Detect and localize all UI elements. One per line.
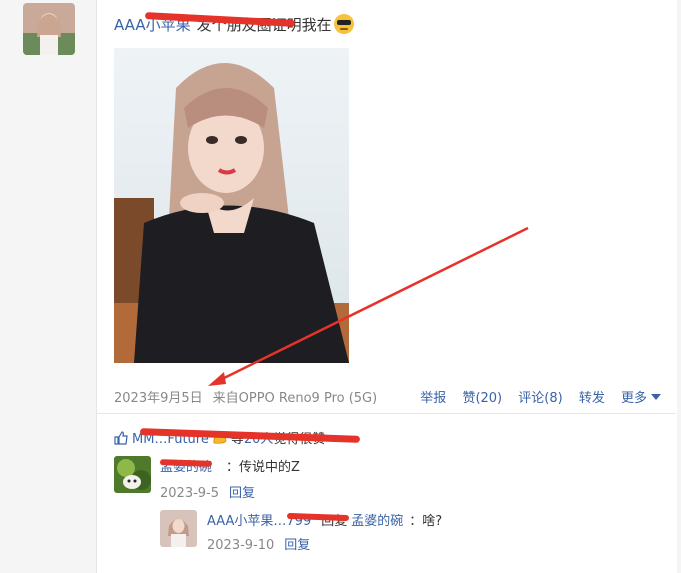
reply-text: ：啥?	[409, 514, 443, 529]
commenter-avatar-image	[114, 456, 151, 493]
annotation-arrow	[208, 226, 529, 386]
caret-down-icon	[651, 394, 661, 400]
post-date: 2023年9月5日	[114, 391, 203, 406]
reply-button[interactable]: 回复	[284, 538, 310, 553]
report-button[interactable]: 举报	[420, 391, 446, 406]
reply-author-avatar[interactable]	[160, 510, 197, 547]
comment-text: ：传说中的Z	[226, 460, 300, 475]
comment-date: 2023-9-5	[160, 486, 220, 501]
post-actions: 举报 赞(20) 评论(8) 转发 更多	[408, 387, 661, 406]
post-meta: 2023年9月5日 来自OPPO Reno9 Pro (5G)	[114, 387, 377, 406]
post-source: 来自OPPO Reno9 Pro (5G)	[212, 391, 378, 406]
thumb-up-icon	[114, 431, 128, 445]
reply-meta: 2023-9-10 回复	[207, 534, 310, 553]
reply-target[interactable]: 孟婆的碗	[351, 514, 403, 529]
commenter-avatar[interactable]	[114, 456, 151, 493]
more-button[interactable]: 更多	[621, 391, 661, 406]
comment-button[interactable]: 评论(8)	[518, 391, 562, 406]
more-label: 更多	[620, 391, 647, 406]
reply-author-avatar-image	[160, 510, 197, 547]
forward-button[interactable]: 转发	[579, 391, 605, 406]
divider	[96, 413, 676, 414]
reply-button[interactable]: 回复	[229, 486, 255, 501]
like-button[interactable]: 赞(20)	[462, 391, 502, 406]
comment-meta: 2023-9-5 回复	[160, 482, 255, 501]
reply-date: 2023-9-10	[207, 538, 275, 553]
